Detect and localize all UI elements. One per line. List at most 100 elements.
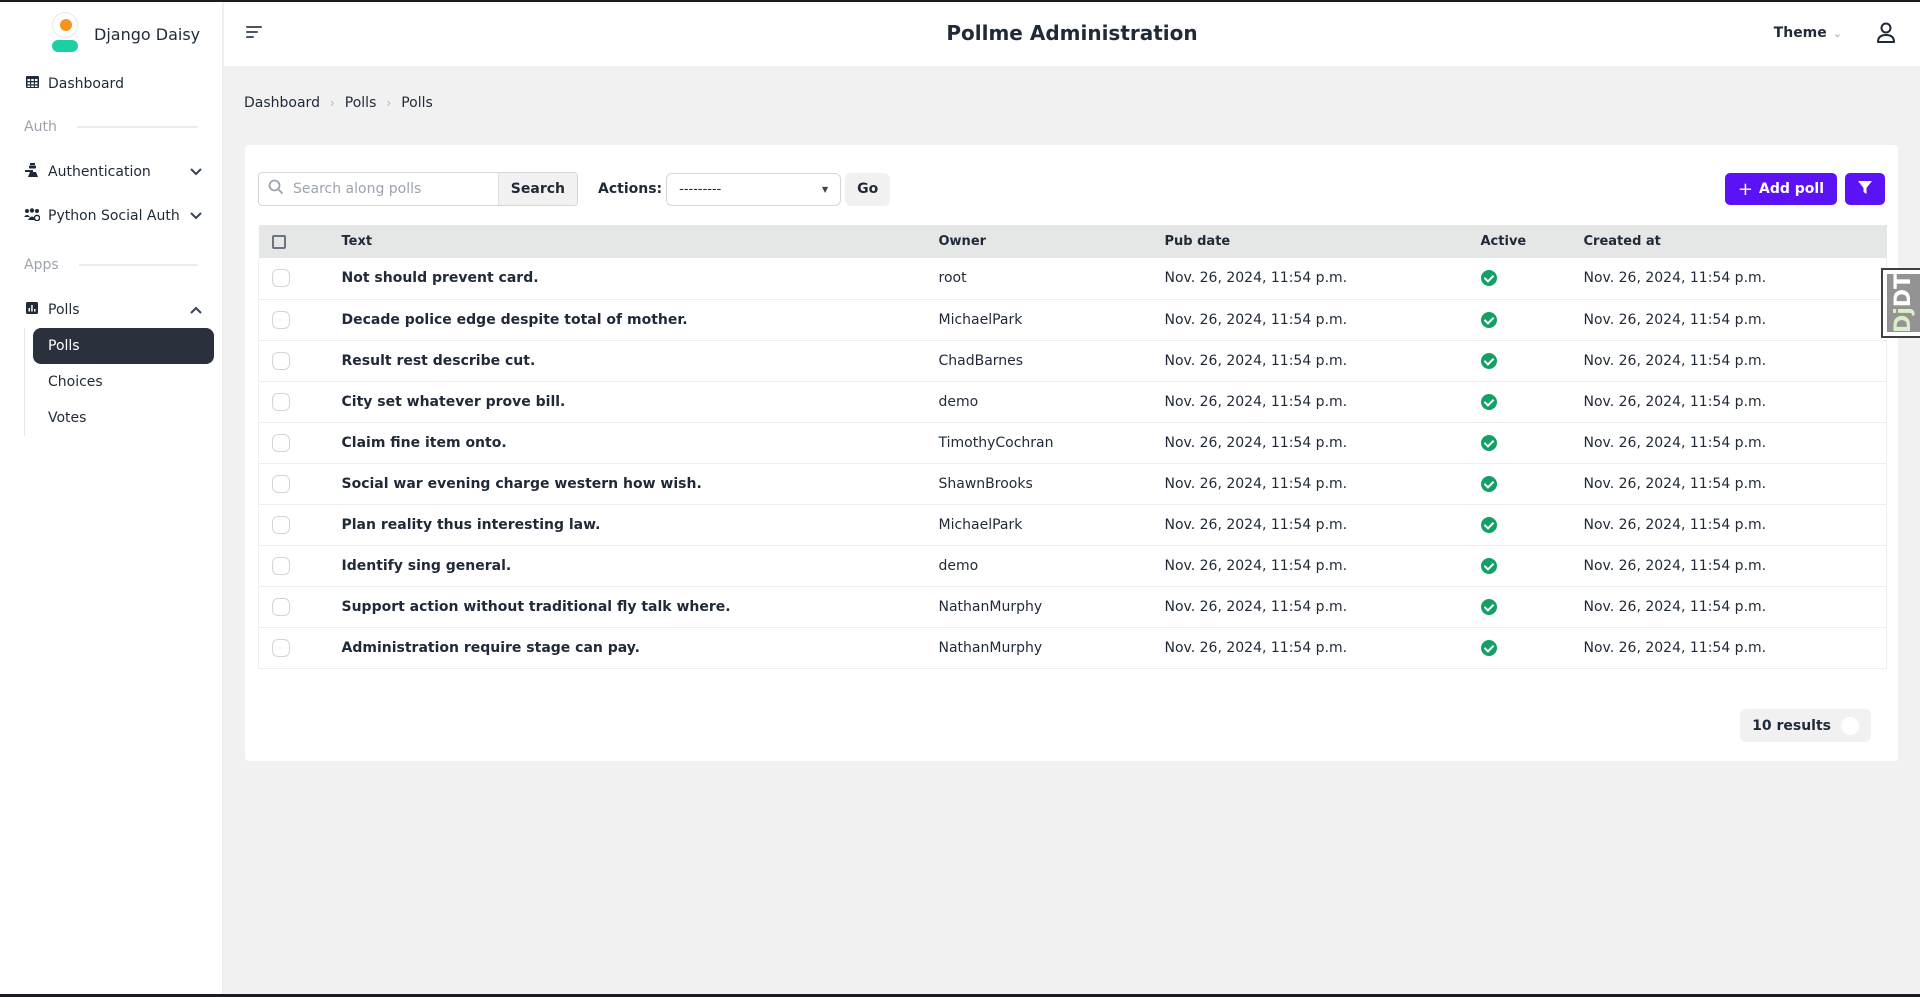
cell-text[interactable]: Not should prevent card. (341, 258, 939, 300)
cell-active (1480, 258, 1584, 300)
sidebar-item-label: Authentication (48, 164, 151, 180)
chevron-down-icon[interactable] (190, 209, 202, 223)
changelist-card: Search Actions: --------- ▼ Go + Add pol… (245, 145, 1898, 761)
check-circle-icon (1480, 598, 1497, 615)
cell-owner: MichaelPark (938, 299, 1165, 341)
debug-toolbar-handle[interactable]: DjDT (1881, 268, 1920, 338)
cell-active (1480, 381, 1584, 423)
row-checkbox[interactable] (272, 556, 290, 575)
cell-pub-date: Nov. 26, 2024, 11:54 p.m. (1164, 340, 1481, 382)
breadcrumb-dashboard[interactable]: Dashboard (244, 95, 320, 111)
row-checkbox[interactable] (272, 310, 290, 329)
column-header-created-at[interactable]: Created at (1584, 225, 1887, 258)
results-count: 10 results (1740, 709, 1871, 742)
check-circle-icon (1480, 352, 1497, 369)
chevron-down-icon[interactable] (190, 165, 202, 179)
sidebar-section-apps: Apps (0, 250, 222, 280)
cell-pub-date: Nov. 26, 2024, 11:54 p.m. (1164, 463, 1481, 505)
row-checkbox[interactable] (272, 433, 290, 452)
cell-created-at: Nov. 26, 2024, 11:54 p.m. (1583, 586, 1887, 628)
section-title: Apps (24, 257, 59, 273)
row-checkbox[interactable] (272, 392, 290, 411)
row-checkbox[interactable] (272, 638, 290, 657)
check-circle-icon (1480, 475, 1497, 492)
actions-selected-value: --------- (679, 181, 722, 197)
breadcrumb-current: Polls (401, 95, 433, 111)
user-icon[interactable] (1876, 22, 1896, 44)
cell-text[interactable]: City set whatever prove bill. (341, 381, 939, 423)
cell-pub-date: Nov. 26, 2024, 11:54 p.m. (1164, 627, 1481, 669)
row-checkbox[interactable] (272, 269, 290, 288)
brand[interactable]: Django Daisy (0, 2, 222, 66)
cell-active (1480, 627, 1584, 669)
cell-active (1480, 422, 1584, 464)
check-circle-icon (1480, 434, 1497, 451)
cell-created-at: Nov. 26, 2024, 11:54 p.m. (1583, 340, 1887, 382)
cell-text[interactable]: Identify sing general. (341, 545, 939, 587)
cell-owner: NathanMurphy (938, 627, 1165, 669)
add-poll-button[interactable]: + Add poll (1724, 173, 1837, 205)
table-row: Support action without traditional fly t… (258, 586, 1887, 628)
filter-button[interactable] (1845, 173, 1885, 205)
cell-text[interactable]: Result rest describe cut. (341, 340, 939, 382)
cell-created-at: Nov. 26, 2024, 11:54 p.m. (1583, 627, 1887, 669)
select-all-checkbox[interactable] (271, 234, 286, 249)
sidebar-subitem-polls[interactable]: Polls (33, 328, 214, 364)
sidebar-subitem-choices[interactable]: Choices (33, 364, 214, 400)
topbar: Pollme Administration Theme ⌄ (224, 2, 1920, 66)
cell-active (1480, 340, 1584, 382)
sidebar-item-polls[interactable]: Polls (0, 292, 222, 328)
actions-select[interactable]: --------- ▼ (666, 172, 842, 206)
cell-created-at: Nov. 26, 2024, 11:54 p.m. (1583, 422, 1887, 464)
sidebar-item-authentication[interactable]: Authentication (0, 154, 222, 190)
add-poll-label: Add poll (1759, 181, 1824, 197)
search-icon (259, 179, 293, 199)
cell-owner: demo (938, 545, 1165, 587)
row-checkbox[interactable] (272, 597, 290, 616)
theme-dropdown[interactable]: Theme ⌄ (1774, 25, 1842, 41)
cell-owner: ChadBarnes (938, 340, 1165, 382)
column-header-text[interactable]: Text (342, 225, 939, 258)
changelist-toolbar: Search Actions: --------- ▼ Go + Add pol… (258, 172, 1885, 206)
check-circle-icon (1480, 393, 1497, 410)
search-input[interactable] (293, 173, 498, 205)
cell-owner: ShawnBrooks (938, 463, 1165, 505)
cell-owner: MichaelPark (938, 504, 1165, 546)
cell-created-at: Nov. 26, 2024, 11:54 p.m. (1583, 463, 1887, 505)
section-divider (76, 126, 198, 128)
check-circle-icon (1480, 311, 1497, 328)
cell-pub-date: Nov. 26, 2024, 11:54 p.m. (1164, 381, 1481, 423)
column-header-owner[interactable]: Owner (939, 225, 1165, 258)
results-label: 10 results (1752, 717, 1831, 734)
go-button[interactable]: Go (845, 172, 891, 206)
cell-pub-date: Nov. 26, 2024, 11:54 p.m. (1164, 299, 1481, 341)
cell-created-at: Nov. 26, 2024, 11:54 p.m. (1583, 504, 1887, 546)
cell-active (1480, 504, 1584, 546)
row-checkbox[interactable] (272, 515, 290, 534)
cell-created-at: Nov. 26, 2024, 11:54 p.m. (1583, 299, 1887, 341)
actions-label: Actions: (598, 181, 663, 197)
row-checkbox[interactable] (272, 351, 290, 370)
table-row: Plan reality thus interesting law. Michae… (258, 504, 1887, 546)
cell-active (1480, 463, 1584, 505)
breadcrumb-polls-app[interactable]: Polls (345, 95, 377, 111)
chevron-up-icon[interactable] (190, 303, 202, 317)
chevron-right-icon: › (386, 96, 392, 110)
sidebar-section-auth: Auth (0, 112, 222, 142)
breadcrumb: Dashboard › Polls › Polls (244, 95, 433, 111)
row-checkbox[interactable] (272, 474, 290, 493)
search-button[interactable]: Search (497, 173, 577, 205)
column-header-active[interactable]: Active (1481, 225, 1584, 258)
cell-text[interactable]: Plan reality thus interesting law. (341, 504, 939, 546)
column-header-pub-date[interactable]: Pub date (1165, 225, 1481, 258)
cell-text[interactable]: Social war evening charge western how wi… (341, 463, 939, 505)
table-icon (24, 76, 40, 92)
sidebar-subitem-votes[interactable]: Votes (33, 400, 214, 436)
table-row: City set whatever prove bill. demo Nov. 26… (258, 381, 1887, 423)
sidebar-item-python-social-auth[interactable]: Python Social Auth (0, 198, 222, 234)
sidebar-item-dashboard[interactable]: Dashboard (0, 66, 222, 102)
cell-text[interactable]: Administration require stage can pay. (341, 627, 939, 669)
cell-text[interactable]: Claim fine item onto. (341, 422, 939, 464)
cell-text[interactable]: Decade police edge despite total of moth… (341, 299, 939, 341)
cell-text[interactable]: Support action without traditional fly t… (341, 586, 939, 628)
